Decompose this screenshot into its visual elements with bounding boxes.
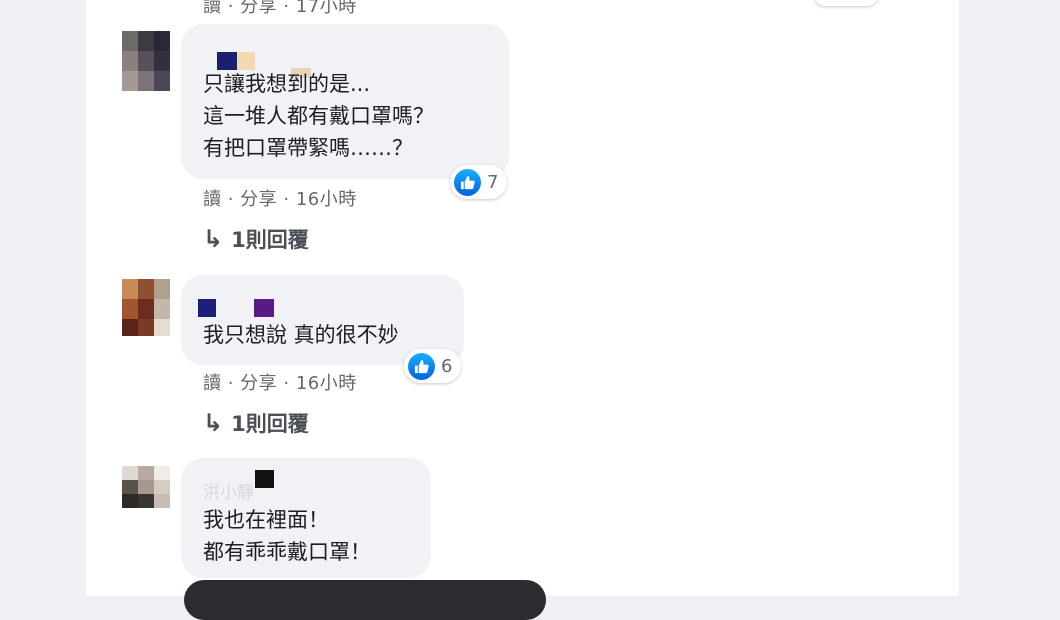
reaction-count[interactable]: 7	[450, 165, 508, 199]
avatar[interactable]	[122, 279, 170, 336]
author-name-redacted[interactable]	[198, 299, 216, 317]
author-name-redacted[interactable]	[255, 470, 274, 488]
reaction-count-label: 7	[487, 171, 499, 193]
comment-meta[interactable]: 讀 · 分享 · 16小時	[203, 369, 357, 395]
comment-photo[interactable]	[184, 580, 546, 620]
comment-meta[interactable]: 讀 · 分享 · 16小時	[203, 185, 357, 211]
reaction-count[interactable]: 6	[404, 349, 462, 383]
like-icon	[454, 168, 481, 196]
comment-text: 我只想說 真的很不妙	[203, 323, 399, 347]
reaction-count-top[interactable]	[814, 0, 878, 6]
reply-arrow-icon: ↳	[203, 225, 224, 253]
view-replies-button[interactable]: ↳ 1則回覆	[203, 224, 309, 254]
like-icon	[408, 352, 435, 380]
author-name[interactable]: 洪小靜	[203, 478, 254, 503]
author-name-redacted[interactable]	[254, 299, 274, 317]
comment-meta-top: 讀 · 分享 · 17小時	[203, 0, 357, 17]
view-replies-label: 1則回覆	[231, 228, 309, 252]
comment-text: 只讓我想到的是... 這一堆人都有戴口罩嗎？ 有把口罩帶緊嗎……？	[203, 72, 434, 160]
comment-bubble: 洪小靜 我也在裡面！ 都有乖乖戴口罩！	[181, 458, 431, 578]
reaction-count-label: 6	[441, 355, 453, 377]
view-replies-button[interactable]: ↳ 1則回覆	[203, 408, 309, 438]
comment-bubble: 只讓我想到的是... 這一堆人都有戴口罩嗎？ 有把口罩帶緊嗎……？	[181, 24, 509, 179]
avatar[interactable]	[122, 31, 170, 91]
comment-text: 我也在裡面！ 都有乖乖戴口罩！	[203, 508, 371, 564]
reply-arrow-icon: ↳	[203, 409, 224, 437]
avatar[interactable]	[122, 466, 170, 508]
view-replies-label: 1則回覆	[231, 412, 309, 436]
